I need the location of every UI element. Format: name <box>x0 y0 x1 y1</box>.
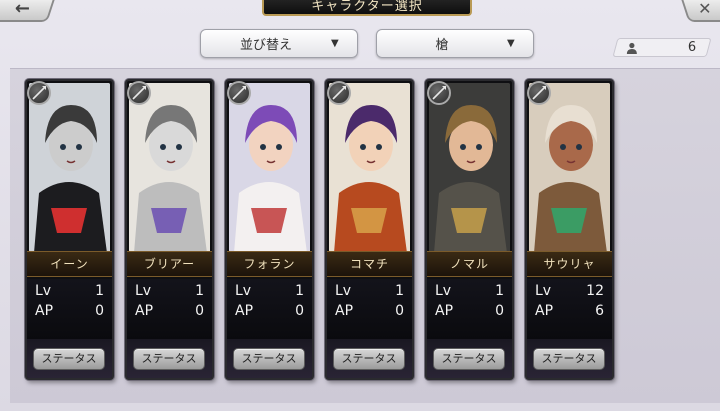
level-label: Lv <box>135 283 152 299</box>
page-title: キャラクター選択 <box>262 0 472 16</box>
spear-icon <box>27 81 51 105</box>
character-card[interactable]: ノマル Lv 1 AP 0 ステータス <box>425 79 514 380</box>
level-label: Lv <box>535 283 552 299</box>
status-button[interactable]: ステータス <box>33 348 105 370</box>
character-name: フォラン <box>227 251 312 277</box>
character-stats: Lv 1 AP 0 <box>427 279 512 339</box>
character-stats: Lv 12 AP 6 <box>527 279 612 339</box>
character-portrait <box>529 83 610 253</box>
ap-value: 0 <box>495 303 504 319</box>
character-name: コマチ <box>327 251 412 277</box>
chevron-down-icon: ▼ <box>331 38 339 49</box>
character-card[interactable]: イーン Lv 1 AP 0 ステータス <box>25 79 114 380</box>
status-button[interactable]: ステータス <box>233 348 305 370</box>
level-value: 1 <box>395 283 404 299</box>
spear-icon <box>127 81 151 105</box>
ap-value: 6 <box>595 303 604 319</box>
person-icon <box>626 42 637 54</box>
party-count-box: 6 <box>612 38 712 57</box>
weapon-filter-label: 槍 <box>435 38 449 53</box>
ap-value: 0 <box>295 303 304 319</box>
level-label: Lv <box>335 283 352 299</box>
character-portrait <box>29 83 110 253</box>
spear-icon <box>327 81 351 105</box>
level-value: 12 <box>586 283 604 299</box>
character-portrait <box>129 83 210 253</box>
character-name: ノマル <box>427 251 512 277</box>
close-icon: ✕ <box>698 0 712 18</box>
back-button[interactable]: ← <box>0 0 57 22</box>
sort-dropdown-label: 並び替え <box>239 38 292 53</box>
ap-value: 0 <box>195 303 204 319</box>
level-label: Lv <box>35 283 52 299</box>
level-value: 1 <box>195 283 204 299</box>
character-card[interactable]: フォラン Lv 1 AP 0 ステータス <box>225 79 314 380</box>
status-button[interactable]: ステータス <box>133 348 205 370</box>
close-button[interactable]: ✕ <box>679 0 720 22</box>
character-card[interactable]: ブリアー Lv 1 AP 0 ステータス <box>125 79 214 380</box>
ap-label: AP <box>235 303 254 319</box>
character-name: イーン <box>27 251 112 277</box>
status-button[interactable]: ステータス <box>433 348 505 370</box>
ap-value: 0 <box>95 303 104 319</box>
character-name: サウリャ <box>527 251 612 277</box>
character-stats: Lv 1 AP 0 <box>127 279 212 339</box>
character-card[interactable]: サウリャ Lv 12 AP 6 ステータス <box>525 79 614 380</box>
character-stats: Lv 1 AP 0 <box>227 279 312 339</box>
status-button[interactable]: ステータス <box>333 348 405 370</box>
character-portrait <box>229 83 310 253</box>
ap-value: 0 <box>395 303 404 319</box>
spear-icon <box>227 81 251 105</box>
party-count: 6 <box>687 40 696 55</box>
character-portrait <box>429 83 510 253</box>
ap-label: AP <box>135 303 154 319</box>
character-stats: Lv 1 AP 0 <box>27 279 112 339</box>
status-button[interactable]: ステータス <box>533 348 605 370</box>
character-name: ブリアー <box>127 251 212 277</box>
level-label: Lv <box>235 283 252 299</box>
character-stats: Lv 1 AP 0 <box>327 279 412 339</box>
level-label: Lv <box>435 283 452 299</box>
character-portrait <box>329 83 410 253</box>
level-value: 1 <box>495 283 504 299</box>
sort-dropdown[interactable]: 並び替え ▼ <box>200 29 358 58</box>
level-value: 1 <box>295 283 304 299</box>
weapon-filter-dropdown[interactable]: 槍 ▼ <box>376 29 534 58</box>
spear-icon <box>427 81 451 105</box>
back-arrow-icon: ← <box>15 0 31 19</box>
chevron-down-icon: ▼ <box>507 38 515 49</box>
ap-label: AP <box>535 303 554 319</box>
ap-label: AP <box>35 303 54 319</box>
ap-label: AP <box>335 303 354 319</box>
ap-label: AP <box>435 303 454 319</box>
spear-icon <box>527 81 551 105</box>
character-card[interactable]: コマチ Lv 1 AP 0 ステータス <box>325 79 414 380</box>
level-value: 1 <box>95 283 104 299</box>
